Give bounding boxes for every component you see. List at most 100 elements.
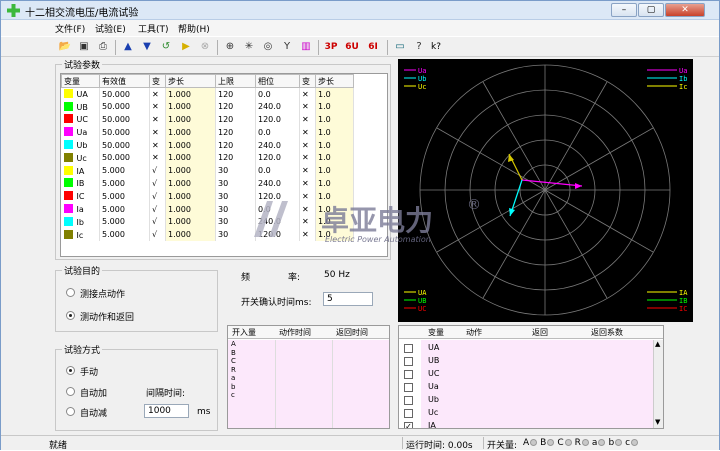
params-cell-pvar[interactable]: ✕ [299, 87, 316, 101]
params-cell-pstep[interactable]: 1.0 [315, 164, 354, 178]
params-cell-value[interactable]: 50.000 [99, 125, 150, 139]
params-cell-var[interactable]: ✕ [149, 151, 166, 165]
params-cell-pvar[interactable]: ✕ [299, 164, 316, 178]
params-cell-step[interactable]: 1.000 [165, 151, 216, 165]
params-cell-phase[interactable]: 240.0 [255, 100, 300, 114]
params-cell-var[interactable]: √ [149, 202, 166, 216]
params-cell-step[interactable]: 1.000 [165, 87, 216, 101]
params-cell-var[interactable]: √ [149, 228, 166, 242]
params-cell-name[interactable]: UC [61, 113, 100, 126]
params-cell-limit[interactable]: 120 [215, 151, 256, 165]
params-cell-phase[interactable]: 120.0 [255, 113, 300, 126]
params-cell-step[interactable]: 1.000 [165, 113, 216, 126]
menu-help[interactable]: 帮助(H) [178, 22, 210, 35]
params-cell-pstep[interactable]: 1.0 [315, 189, 354, 203]
result-checkbox[interactable] [404, 344, 413, 353]
params-cell-var[interactable]: √ [149, 177, 166, 190]
params-cell-name[interactable]: IC [61, 189, 100, 203]
params-row[interactable]: Ic 5.000 √ 1.000 30 120.0 ✕ 1.0 [61, 228, 354, 242]
params-cell-name[interactable]: Ia [61, 202, 100, 216]
params-cell-value[interactable]: 50.000 [99, 87, 150, 101]
params-cell-pvar[interactable]: ✕ [299, 138, 316, 152]
params-cell-name[interactable]: Uc [61, 151, 100, 165]
params-cell-limit[interactable]: 30 [215, 202, 256, 216]
params-cell-pvar[interactable]: ✕ [299, 215, 316, 229]
params-cell-var[interactable]: ✕ [149, 138, 166, 152]
params-cell-name[interactable]: Ub [61, 138, 100, 152]
params-cell-var[interactable]: √ [149, 189, 166, 203]
params-cell-pvar[interactable]: ✕ [299, 177, 316, 190]
params-cell-pstep[interactable]: 1.0 [315, 125, 354, 139]
context-help-icon[interactable]: k? [428, 39, 444, 55]
params-cell-phase[interactable]: 120.0 [255, 228, 300, 242]
params-cell-phase[interactable]: 0.0 [255, 202, 300, 216]
params-cell-step[interactable]: 1.000 [165, 100, 216, 114]
params-cell-limit[interactable]: 120 [215, 87, 256, 101]
params-cell-phase[interactable]: 240.0 [255, 138, 300, 152]
params-cell-pvar[interactable]: ✕ [299, 113, 316, 126]
params-cell-value[interactable]: 5.000 [99, 164, 150, 178]
results-scrollbar[interactable]: ▲ ▼ [653, 340, 663, 428]
undo-icon[interactable]: ↺ [158, 39, 174, 55]
params-row[interactable]: UB 50.000 ✕ 1.000 120 240.0 ✕ 1.0 [61, 100, 354, 114]
save-icon[interactable]: ▣ [76, 39, 92, 55]
close-button[interactable]: ✕ [665, 3, 705, 17]
params-cell-step[interactable]: 1.000 [165, 228, 216, 242]
six-i-button[interactable]: 6I [365, 39, 381, 55]
bar-chart-icon[interactable]: ▥ [298, 39, 314, 55]
params-cell-name[interactable]: Ua [61, 125, 100, 139]
scroll-up-icon[interactable]: ▲ [655, 340, 660, 348]
params-cell-limit[interactable]: 30 [215, 189, 256, 203]
params-cell-value[interactable]: 5.000 [99, 189, 150, 203]
params-cell-name[interactable]: Ib [61, 215, 100, 229]
params-row[interactable]: Uc 50.000 ✕ 1.000 120 120.0 ✕ 1.0 [61, 151, 354, 165]
six-u-button[interactable]: 6U [344, 39, 360, 55]
question-icon[interactable]: ? [411, 39, 427, 55]
params-cell-step[interactable]: 1.000 [165, 202, 216, 216]
params-cell-step[interactable]: 1.000 [165, 215, 216, 229]
zoom-icon[interactable]: ⊕ [222, 39, 238, 55]
params-row[interactable]: Ua 50.000 ✕ 1.000 120 0.0 ✕ 1.0 [61, 125, 354, 139]
params-cell-phase[interactable]: 120.0 [255, 151, 300, 165]
params-row[interactable]: Ia 5.000 √ 1.000 30 0.0 ✕ 1.0 [61, 202, 354, 216]
minimize-button[interactable]: – [611, 3, 637, 17]
menu-file[interactable]: 文件(F) [55, 22, 85, 35]
params-cell-pstep[interactable]: 1.0 [315, 151, 354, 165]
params-cell-value[interactable]: 5.000 [99, 215, 150, 229]
params-cell-phase[interactable]: 120.0 [255, 189, 300, 203]
monitor-icon[interactable]: ▭ [392, 39, 408, 55]
params-cell-pvar[interactable]: ✕ [299, 228, 316, 242]
result-checkbox[interactable] [404, 357, 413, 366]
scroll-down-icon[interactable]: ▼ [655, 418, 660, 426]
params-cell-phase[interactable]: 0.0 [255, 164, 300, 178]
params-cell-pstep[interactable]: 1.0 [315, 215, 354, 229]
params-cell-var[interactable]: √ [149, 164, 166, 178]
params-cell-value[interactable]: 5.000 [99, 228, 150, 242]
params-cell-limit[interactable]: 120 [215, 125, 256, 139]
params-cell-pstep[interactable]: 1.0 [315, 177, 354, 190]
maximize-button[interactable]: ▢ [638, 3, 664, 17]
params-row[interactable]: Ib 5.000 √ 1.000 30 240.0 ✕ 1.0 [61, 215, 354, 229]
play-icon[interactable]: ▶ [178, 39, 194, 55]
params-cell-value[interactable]: 50.000 [99, 100, 150, 114]
params-cell-pstep[interactable]: 1.0 [315, 100, 354, 114]
radio-auto-add[interactable] [66, 387, 75, 396]
params-cell-value[interactable]: 50.000 [99, 151, 150, 165]
params-cell-var[interactable]: ✕ [149, 100, 166, 114]
params-cell-pstep[interactable]: 1.0 [315, 138, 354, 152]
params-cell-limit[interactable]: 30 [215, 177, 256, 190]
params-cell-pstep[interactable]: 1.0 [315, 202, 354, 216]
print-icon[interactable]: ⎙ [95, 39, 111, 55]
result-checkbox[interactable] [404, 383, 413, 392]
params-cell-phase[interactable]: 0.0 [255, 125, 300, 139]
params-cell-pvar[interactable]: ✕ [299, 189, 316, 203]
params-row[interactable]: UA 50.000 ✕ 1.000 120 0.0 ✕ 1.0 [61, 87, 354, 101]
params-cell-limit[interactable]: 120 [215, 113, 256, 126]
params-cell-pstep[interactable]: 1.0 [315, 228, 354, 242]
params-cell-pstep[interactable]: 1.0 [315, 113, 354, 126]
params-cell-name[interactable]: UB [61, 100, 100, 114]
radio-manual[interactable] [66, 366, 75, 375]
params-cell-step[interactable]: 1.000 [165, 177, 216, 190]
result-checkbox[interactable] [404, 409, 413, 418]
params-cell-var[interactable]: ✕ [149, 87, 166, 101]
